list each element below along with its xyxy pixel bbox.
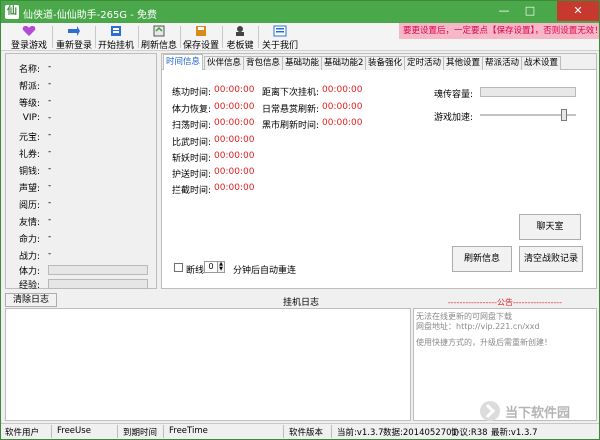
app-window: 仙 仙侠道-仙仙助手-265G - 免费 — □ ✕ 登录游戏 重新登录 开始挂…: [0, 0, 600, 440]
status-expire-value: FreeTime: [169, 426, 208, 436]
refresh-info-button[interactable]: 刷新信息: [140, 23, 178, 51]
tab-tactics[interactable]: 战术设置: [521, 56, 562, 70]
player-info-panel: 名称: - 帮派: - 等级: - VIP: - 元宝: - 礼券: - 铜钱: - 声望: -…: [5, 53, 157, 292]
storage-gauge: [480, 87, 576, 97]
status-user-label: 软件用户: [5, 428, 40, 438]
storage-label: 魂传容量:: [434, 90, 474, 100]
player-row-vip: VIP: -: [22, 113, 52, 123]
player-row-copper: 铜钱: -: [18, 164, 52, 177]
tab-basic[interactable]: 基础功能: [282, 56, 323, 70]
chat-room-button[interactable]: 聊天室: [519, 214, 581, 240]
about-us-button[interactable]: 关于我们: [261, 23, 299, 51]
download-logo-icon: [480, 401, 500, 421]
about-icon: [273, 25, 287, 37]
window-title: 仙侠道-仙仙助手-265G - 免费: [23, 10, 158, 21]
start-icon: [111, 26, 121, 36]
disconnect-checkbox[interactable]: [174, 263, 183, 272]
tab-equip-upgrade[interactable]: 装备强化: [365, 56, 406, 70]
status-data-version: 数据:2014052701: [383, 428, 457, 438]
disconnect-label: 断线: [186, 266, 205, 276]
maximize-button[interactable]: □: [517, 1, 543, 21]
status-current-version: 当前:v1.3.7: [337, 428, 384, 438]
afk-log-area[interactable]: [5, 308, 411, 421]
boss-icon: [236, 26, 244, 36]
minimize-button[interactable]: —: [491, 1, 517, 21]
stamina-row: 体力:: [6, 264, 156, 278]
refresh-info-panel-button[interactable]: 刷新信息: [452, 246, 512, 272]
stamina-bar: [48, 265, 148, 275]
speed-slider[interactable]: [480, 109, 576, 121]
save-warning-banner: 要更设置后，一定要点【保存设置】，否则设置无效！: [399, 23, 599, 39]
start-afk-button[interactable]: 开始挂机: [97, 23, 135, 51]
speed-slider-thumb[interactable]: [561, 109, 567, 121]
player-row-level: 等级: -: [18, 96, 52, 109]
status-bar: 软件用户 FreeUse 到期时间 FreeTime 软件版本 当前:v1.3.…: [1, 423, 599, 439]
exp-bar: [48, 279, 148, 289]
player-row-guild: 帮派: -: [18, 79, 52, 92]
player-row-prestige: 声望: -: [18, 181, 52, 194]
save-settings-button[interactable]: 保存设置: [182, 23, 220, 51]
player-row-name: 名称: -: [18, 62, 52, 75]
notice-line: 使用快捷方式的，升级后需重新创建！: [416, 338, 552, 347]
boss-key-button[interactable]: 老板键: [224, 23, 256, 51]
exp-row: 经验:: [6, 278, 156, 292]
player-row-life: 命力: -: [18, 232, 52, 245]
tab-guild-events[interactable]: 帮派活动: [482, 56, 523, 70]
player-row-experience: 阅历: -: [18, 198, 52, 211]
player-row-friendship: 友情: -: [18, 215, 52, 228]
status-version-label: 软件版本: [289, 428, 324, 438]
status-user-value: FreeUse: [57, 426, 91, 436]
clear-log-button[interactable]: 清除日志: [5, 293, 57, 307]
reconnect-suffix-label: 分钟后自动重连: [233, 266, 297, 276]
tab-timed-events[interactable]: 定时活动: [404, 56, 445, 70]
clear-defeat-record-button[interactable]: 清空战败记录: [519, 246, 583, 272]
tab-other-settings[interactable]: 其他设置: [443, 56, 484, 70]
notice-title: -----------------公告-----------------: [447, 298, 563, 307]
log-title: 挂机日志: [283, 298, 320, 308]
arrow-icon: [68, 26, 80, 36]
main-panel: 时间信息 伙伴信息 背包信息 基础功能 基础功能2 装备强化 定时活动 其他设置…: [161, 53, 597, 289]
player-row-power: 战力: -: [18, 249, 52, 262]
relogin-button[interactable]: 重新登录: [55, 23, 93, 51]
refresh-icon: [153, 25, 165, 37]
status-expire-label: 到期时间: [123, 428, 158, 438]
status-latest-version: 最新:v1.3.7: [491, 428, 538, 438]
heart-icon: [22, 26, 36, 36]
login-game-button[interactable]: 登录游戏: [9, 23, 49, 51]
player-row-coupon: 礼券: -: [18, 147, 52, 160]
close-button[interactable]: ✕: [557, 1, 599, 21]
save-icon: [196, 26, 206, 36]
watermark: 当下软件园: [479, 399, 597, 423]
notice-line: 网盘地址：http://vip.221.cn/xxd: [416, 322, 540, 331]
tab-bag-info[interactable]: 背包信息: [243, 56, 284, 70]
tab-basic2[interactable]: 基础功能2: [321, 56, 367, 70]
speed-label: 游戏加速:: [434, 113, 474, 123]
app-logo-icon: 仙: [5, 5, 19, 19]
reconnect-minutes-stepper[interactable]: ▲ ▼: [218, 261, 225, 273]
player-row-gold: 元宝: -: [18, 130, 52, 143]
reconnect-minutes-input[interactable]: 0: [204, 261, 218, 273]
tab-partner-info[interactable]: 伙伴信息: [204, 56, 245, 70]
tab-time-info[interactable]: 时间信息: [163, 54, 204, 70]
title-bar: 仙 仙侠道-仙仙助手-265G - 免费 — □ ✕: [1, 1, 599, 23]
status-protocol: 协议:R38: [451, 428, 488, 438]
tab-strip: 时间信息 伙伴信息 背包信息 基础功能 基础功能2 装备强化 定时活动 其他设置…: [162, 54, 596, 70]
